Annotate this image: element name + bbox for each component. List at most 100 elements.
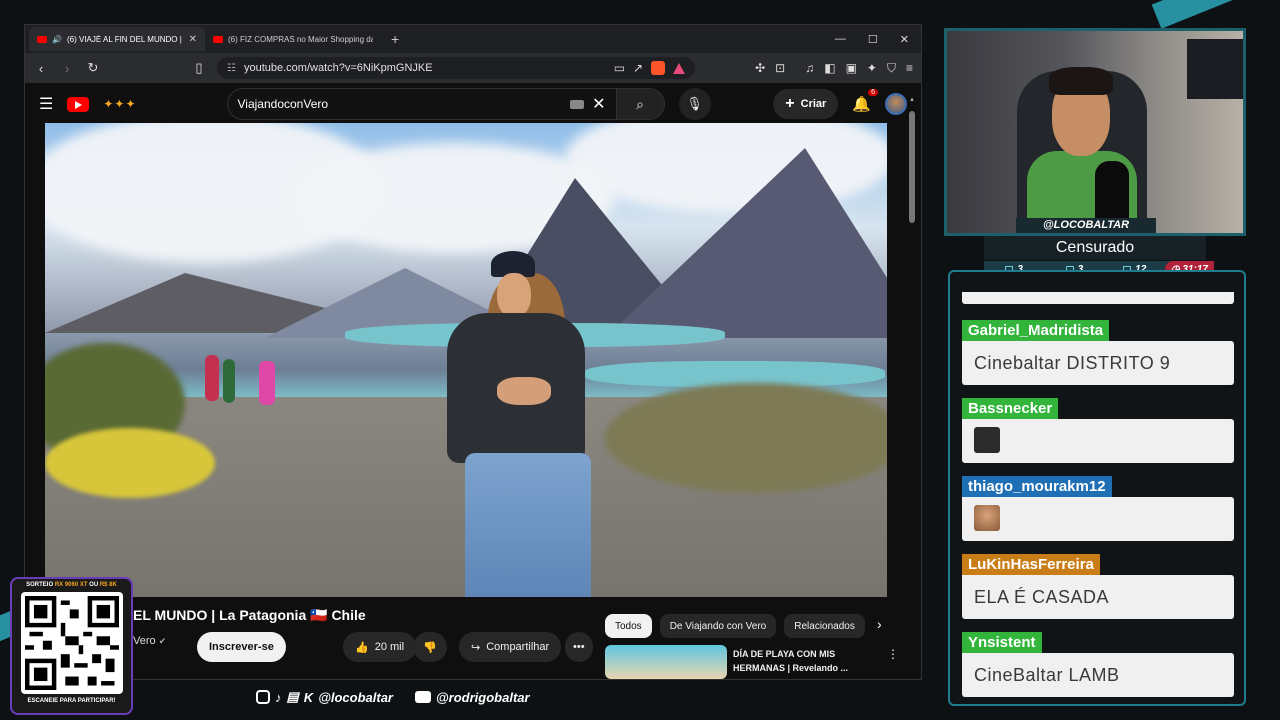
video-player[interactable] bbox=[45, 123, 887, 597]
search-input-value: ViajandoconVero bbox=[237, 97, 329, 111]
webcam-handle: @LOCOBALTAR bbox=[1016, 218, 1156, 233]
media-icon[interactable]: ♫ bbox=[805, 61, 814, 75]
speaker-icon: 🔊 bbox=[52, 34, 62, 44]
voice-search-button[interactable]: 🎙 bbox=[678, 88, 711, 120]
vpn-shield-icon[interactable]: ⛉ bbox=[887, 61, 896, 76]
webcam-feed bbox=[944, 28, 1246, 236]
chat-emote bbox=[974, 427, 1000, 454]
site-settings-icon[interactable]: ☷ bbox=[227, 63, 236, 74]
youtube-favicon-icon bbox=[213, 35, 223, 43]
youtube-logo-icon[interactable] bbox=[67, 96, 90, 112]
search-button[interactable]: ⌕ bbox=[616, 88, 665, 120]
chat-message: Gabriel_Madridista Cinebaltar DISTRITO 9 bbox=[962, 320, 1234, 385]
social-group-2: @rodrigobaltar bbox=[415, 689, 530, 705]
thumbs-up-icon: 👍 bbox=[355, 641, 369, 654]
video-background-person bbox=[223, 359, 235, 403]
share-page-icon[interactable]: ↗ bbox=[633, 61, 643, 75]
video-hill bbox=[605, 383, 887, 493]
address-bar: ‹ › ↻ ▯ ☷ youtube.com/watch?v=6NiKpmGNJK… bbox=[25, 53, 921, 83]
recommended-video-thumbnail[interactable] bbox=[605, 645, 727, 679]
recommended-video-title[interactable]: DÍA DE PLAYA CON MIS HERMANAS | Reveland… bbox=[733, 647, 859, 675]
qr-code[interactable] bbox=[20, 592, 123, 694]
channel-name-text: Vero bbox=[133, 635, 156, 647]
social-handles-bar: ♪ ▤ K @locobaltar @rodrigobaltar bbox=[256, 689, 530, 705]
scrollbar-thumb[interactable] bbox=[909, 111, 915, 223]
clear-search-icon[interactable]: ✕ bbox=[592, 94, 605, 114]
video-host-jeans bbox=[465, 453, 591, 597]
wallet-icon[interactable]: ▣ bbox=[846, 61, 857, 75]
subscribe-button[interactable]: Inscrever-se bbox=[197, 632, 286, 662]
hamburger-menu-icon[interactable]: ☰ bbox=[39, 94, 53, 114]
url-field[interactable]: ☷ youtube.com/watch?v=6NiKpmGNJKE ▭ ↗ bbox=[217, 57, 696, 79]
chip-related[interactable]: Relacionados bbox=[784, 614, 865, 638]
chat-username: Ynsistent bbox=[962, 632, 1042, 653]
chip-all[interactable]: Todos bbox=[605, 614, 652, 638]
twitch-icon: ▤ bbox=[286, 689, 299, 704]
notification-badge: 6 bbox=[868, 89, 878, 96]
search-input[interactable]: ViajandoconVero ✕ bbox=[226, 88, 617, 120]
maximize-icon[interactable]: ☐ bbox=[868, 33, 878, 46]
verified-icon: ✔ bbox=[158, 636, 167, 646]
share-button[interactable]: ↪ Compartilhar bbox=[459, 632, 562, 662]
extensions-icon[interactable]: ✣ bbox=[755, 61, 765, 75]
browser-window: 🔊 (6) VIAJÉ AL FIN DEL MUNDO | La P ✕ (6… bbox=[24, 24, 922, 680]
social-handle-primary: @locobaltar bbox=[318, 689, 393, 705]
more-actions-button[interactable]: ••• bbox=[565, 632, 593, 662]
video-background-person bbox=[259, 361, 275, 405]
instagram-icon bbox=[256, 690, 270, 704]
giveaway-footer: ESCANEIE PARA PARTICIPAR! bbox=[27, 698, 116, 704]
video-title: EL MUNDO | La Patagonia 🇨🇱 Chile bbox=[133, 607, 366, 623]
account-avatar[interactable] bbox=[885, 93, 907, 115]
chevron-right-icon[interactable]: › bbox=[877, 616, 882, 632]
page-scrollbar[interactable]: ▲ bbox=[909, 97, 915, 677]
like-button[interactable]: 👍 20 mil bbox=[343, 632, 417, 662]
scroll-up-icon[interactable]: ▲ bbox=[909, 97, 915, 103]
chip-channel[interactable]: De Viajando con Vero bbox=[659, 614, 777, 638]
qr-code-image bbox=[24, 596, 119, 690]
social-handle-secondary: @rodrigobaltar bbox=[436, 689, 530, 705]
leo-ai-icon[interactable]: ✦ bbox=[867, 61, 877, 75]
like-count: 20 mil bbox=[374, 641, 405, 653]
sidebar-icon[interactable]: ◧ bbox=[824, 61, 835, 75]
browser-menu-icon[interactable]: ≡ bbox=[906, 61, 913, 75]
create-button[interactable]: + Criar bbox=[773, 89, 839, 119]
search-icon: ⌕ bbox=[636, 95, 644, 112]
dislike-button[interactable]: 👎 bbox=[413, 632, 447, 662]
share-icon: ↪ bbox=[471, 641, 481, 654]
recommendation-chips: Todos De Viajando con Vero Relacionados bbox=[605, 614, 865, 638]
video-host-face bbox=[497, 273, 531, 317]
back-icon[interactable]: ‹ bbox=[33, 61, 49, 76]
brave-shield-icon[interactable] bbox=[651, 61, 666, 75]
screenshot-icon[interactable]: ⊡ bbox=[775, 61, 785, 75]
chat-message: thiago_mourakm12 bbox=[962, 476, 1234, 541]
minimize-icon[interactable]: — bbox=[835, 33, 846, 46]
chat-username: Bassnecker bbox=[962, 398, 1059, 419]
chat-message-partial bbox=[962, 292, 1234, 304]
youtube-icon bbox=[415, 691, 431, 703]
url-text: youtube.com/watch?v=6NiKpmGNJKE bbox=[243, 62, 433, 74]
channel-name[interactable]: Vero ✔ bbox=[133, 635, 166, 647]
brave-rewards-icon[interactable] bbox=[673, 62, 686, 74]
cast-icon[interactable]: ▭ bbox=[614, 61, 625, 75]
notifications-bell-icon[interactable]: 🔔 6 bbox=[852, 89, 878, 113]
reload-icon[interactable]: ↻ bbox=[85, 60, 101, 76]
scene-label: Censurado bbox=[984, 236, 1206, 260]
giveaway-qr-panel: SORTEIO RX 9060 XT OU R$ 8K ESCANEIE PAR… bbox=[10, 577, 133, 715]
browser-tab-active[interactable]: 🔊 (6) VIAJÉ AL FIN DEL MUNDO | La P ✕ bbox=[29, 27, 205, 51]
chat-username: Gabriel_Madridista bbox=[962, 320, 1110, 341]
close-window-icon[interactable]: ✕ bbox=[900, 33, 909, 46]
chat-text: ELA É CASADA bbox=[962, 575, 1234, 619]
webcam-tv bbox=[1187, 39, 1243, 99]
forward-icon[interactable]: › bbox=[59, 61, 75, 76]
video-background-person bbox=[205, 355, 219, 401]
chat-panel: Gabriel_Madridista Cinebaltar DISTRITO 9… bbox=[948, 270, 1246, 706]
new-tab-icon[interactable]: + bbox=[381, 31, 409, 47]
doodle-icon[interactable]: ✦✦✦ bbox=[103, 97, 136, 111]
close-tab-icon[interactable]: ✕ bbox=[189, 34, 197, 45]
chat-emote bbox=[974, 505, 1000, 532]
chat-text: Cinebaltar DISTRITO 9 bbox=[962, 341, 1234, 385]
bookmark-icon[interactable]: ▯ bbox=[191, 60, 207, 76]
keyboard-icon[interactable] bbox=[570, 99, 585, 109]
more-options-icon[interactable]: ⋮ bbox=[887, 647, 899, 661]
browser-tab[interactable]: (6) FIZ COMPRAS no Maior Shopping da CH bbox=[205, 27, 381, 51]
